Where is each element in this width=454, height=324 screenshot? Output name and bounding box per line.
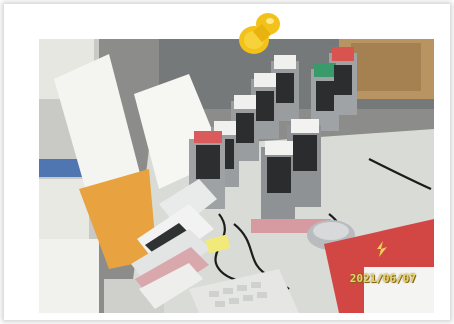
push-pin-icon <box>239 13 280 54</box>
photo: 2021/06/07 <box>39 39 434 313</box>
photo-date-stamp: 2021/06/07 <box>349 272 416 285</box>
photo-frame: 2021/06/07 <box>4 4 450 320</box>
